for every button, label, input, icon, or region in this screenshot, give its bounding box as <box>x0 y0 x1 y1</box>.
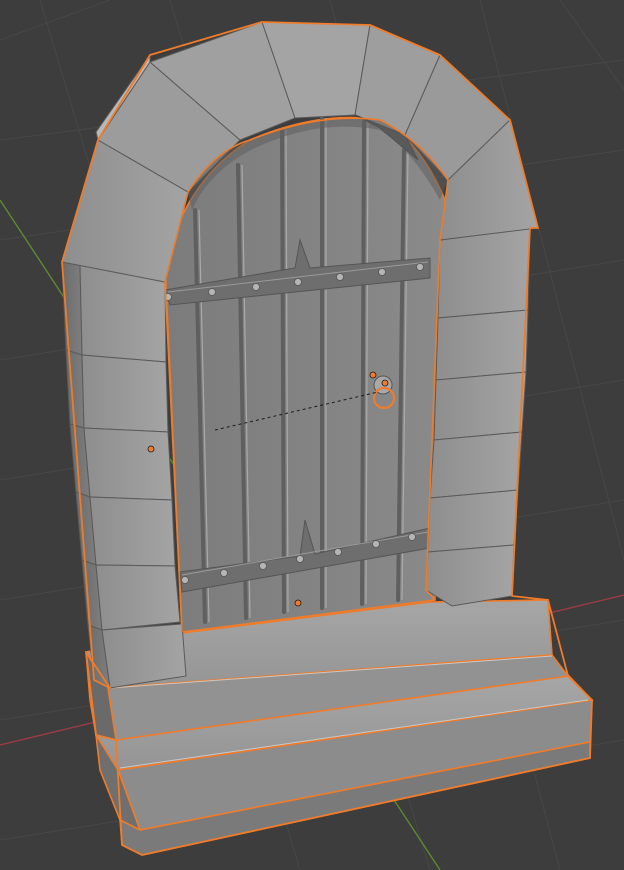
object-origin-marker[interactable] <box>147 445 155 453</box>
wooden-door[interactable] <box>164 116 446 633</box>
object-origin-marker[interactable] <box>381 379 389 387</box>
object-origin-marker[interactable] <box>294 599 302 607</box>
object-origin-marker[interactable] <box>369 371 377 379</box>
3d-viewport[interactable] <box>0 0 624 870</box>
